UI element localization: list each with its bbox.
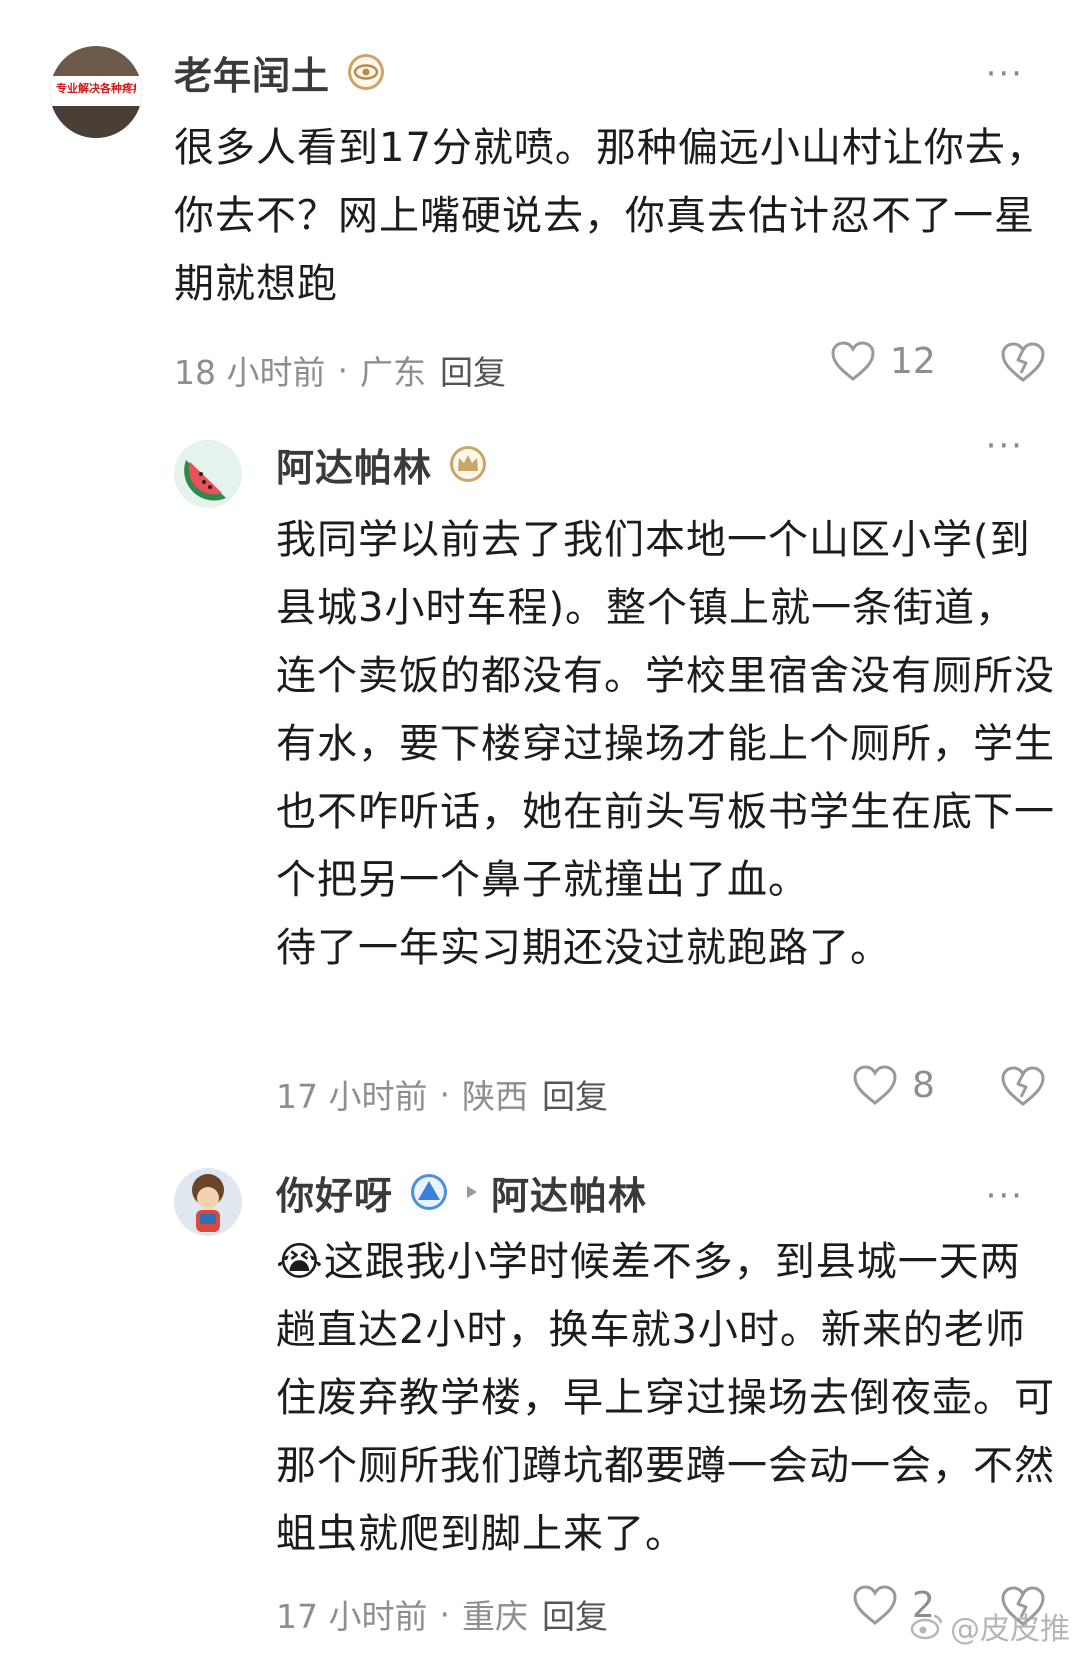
reply-button[interactable]: 回复	[440, 346, 506, 394]
broken-heart-icon[interactable]	[1000, 341, 1046, 383]
region: 陕西	[461, 1077, 528, 1116]
weibo-logo-icon	[910, 1614, 943, 1640]
avatar-sign-text: 专业解决各种疼痛	[56, 82, 136, 95]
more-options-button[interactable]: ···	[986, 429, 1024, 463]
region: 重庆	[461, 1597, 528, 1636]
author-name[interactable]: 阿达帕林	[276, 437, 432, 492]
heart-icon	[831, 341, 875, 381]
timestamp: 17 小时前	[276, 1597, 428, 1636]
author-name[interactable]: 老年闰土	[174, 45, 330, 100]
separator: ·	[439, 1074, 450, 1114]
reply-button[interactable]: 回复	[542, 1590, 608, 1638]
comment-text: 很多人看到17分就喷。那种偏远小山村让你去，你去不？网上嘴硬说去，你真去估计忍不…	[174, 125, 1047, 307]
more-options-button[interactable]: ···	[986, 1179, 1024, 1213]
comment-3: 你好呀 阿达帕林 ··· 😭这跟我小学时候差不多，到县城一天两趟直达2小时，换车…	[0, 1120, 1080, 1654]
comment-text: 😭这跟我小学时候差不多，到县城一天两趟直达2小时，换车就3小时。新来的老师住废弃…	[276, 1228, 1056, 1568]
heart-icon	[853, 1585, 897, 1625]
reply-arrow-icon	[467, 1186, 478, 1198]
heart-icon	[853, 1065, 897, 1105]
eye-badge-icon	[348, 54, 385, 90]
timestamp: 18 小时前	[174, 353, 326, 392]
watermelon-icon	[184, 460, 226, 501]
watermark: @皮皮推	[910, 1604, 1070, 1648]
author-name[interactable]: 你好呀	[276, 1165, 393, 1220]
comment-body: 这跟我小学时候差不多，到县城一天两趟直达2小时，换车就3小时。新来的老师住废弃教…	[276, 1239, 1055, 1557]
crying-emoji-icon: 😭	[276, 1239, 324, 1285]
reply-button[interactable]: 回复	[542, 1070, 608, 1118]
more-options-button[interactable]: ···	[986, 57, 1024, 91]
separator: ·	[439, 1594, 450, 1634]
timestamp: 17 小时前	[276, 1077, 428, 1116]
like-count: 8	[912, 1064, 935, 1106]
like-button[interactable]: 12	[830, 340, 936, 382]
broken-heart-icon[interactable]	[1000, 1065, 1046, 1107]
avatar[interactable]: 专业解决各种疼痛	[50, 46, 142, 138]
like-count: 12	[890, 340, 936, 382]
comment-2: 阿达帕林 ··· 我同学以前去了我们本地一个山区小学(到县城3小时车程)。整个镇…	[0, 400, 1080, 1120]
avatar[interactable]	[174, 1168, 242, 1236]
reply-to-name[interactable]: 阿达帕林	[491, 1165, 647, 1220]
watermark-text: @皮皮推	[950, 1612, 1070, 1647]
separator: ·	[337, 350, 348, 390]
like-button[interactable]: 8	[852, 1064, 935, 1106]
comment-text: 我同学以前去了我们本地一个山区小学(到县城3小时车程)。整个镇上就一条街道，连个…	[276, 517, 1055, 971]
triangle-badge-icon	[411, 1174, 448, 1210]
avatar[interactable]	[174, 440, 242, 508]
crown-badge-icon	[450, 446, 487, 482]
comment-1: 专业解决各种疼痛 老年闰土 ··· 很多人看到17分就喷。那种偏远小山村让你去，…	[0, 0, 1080, 400]
region: 广东	[359, 353, 426, 392]
cartoon-character-icon	[192, 1174, 224, 1232]
